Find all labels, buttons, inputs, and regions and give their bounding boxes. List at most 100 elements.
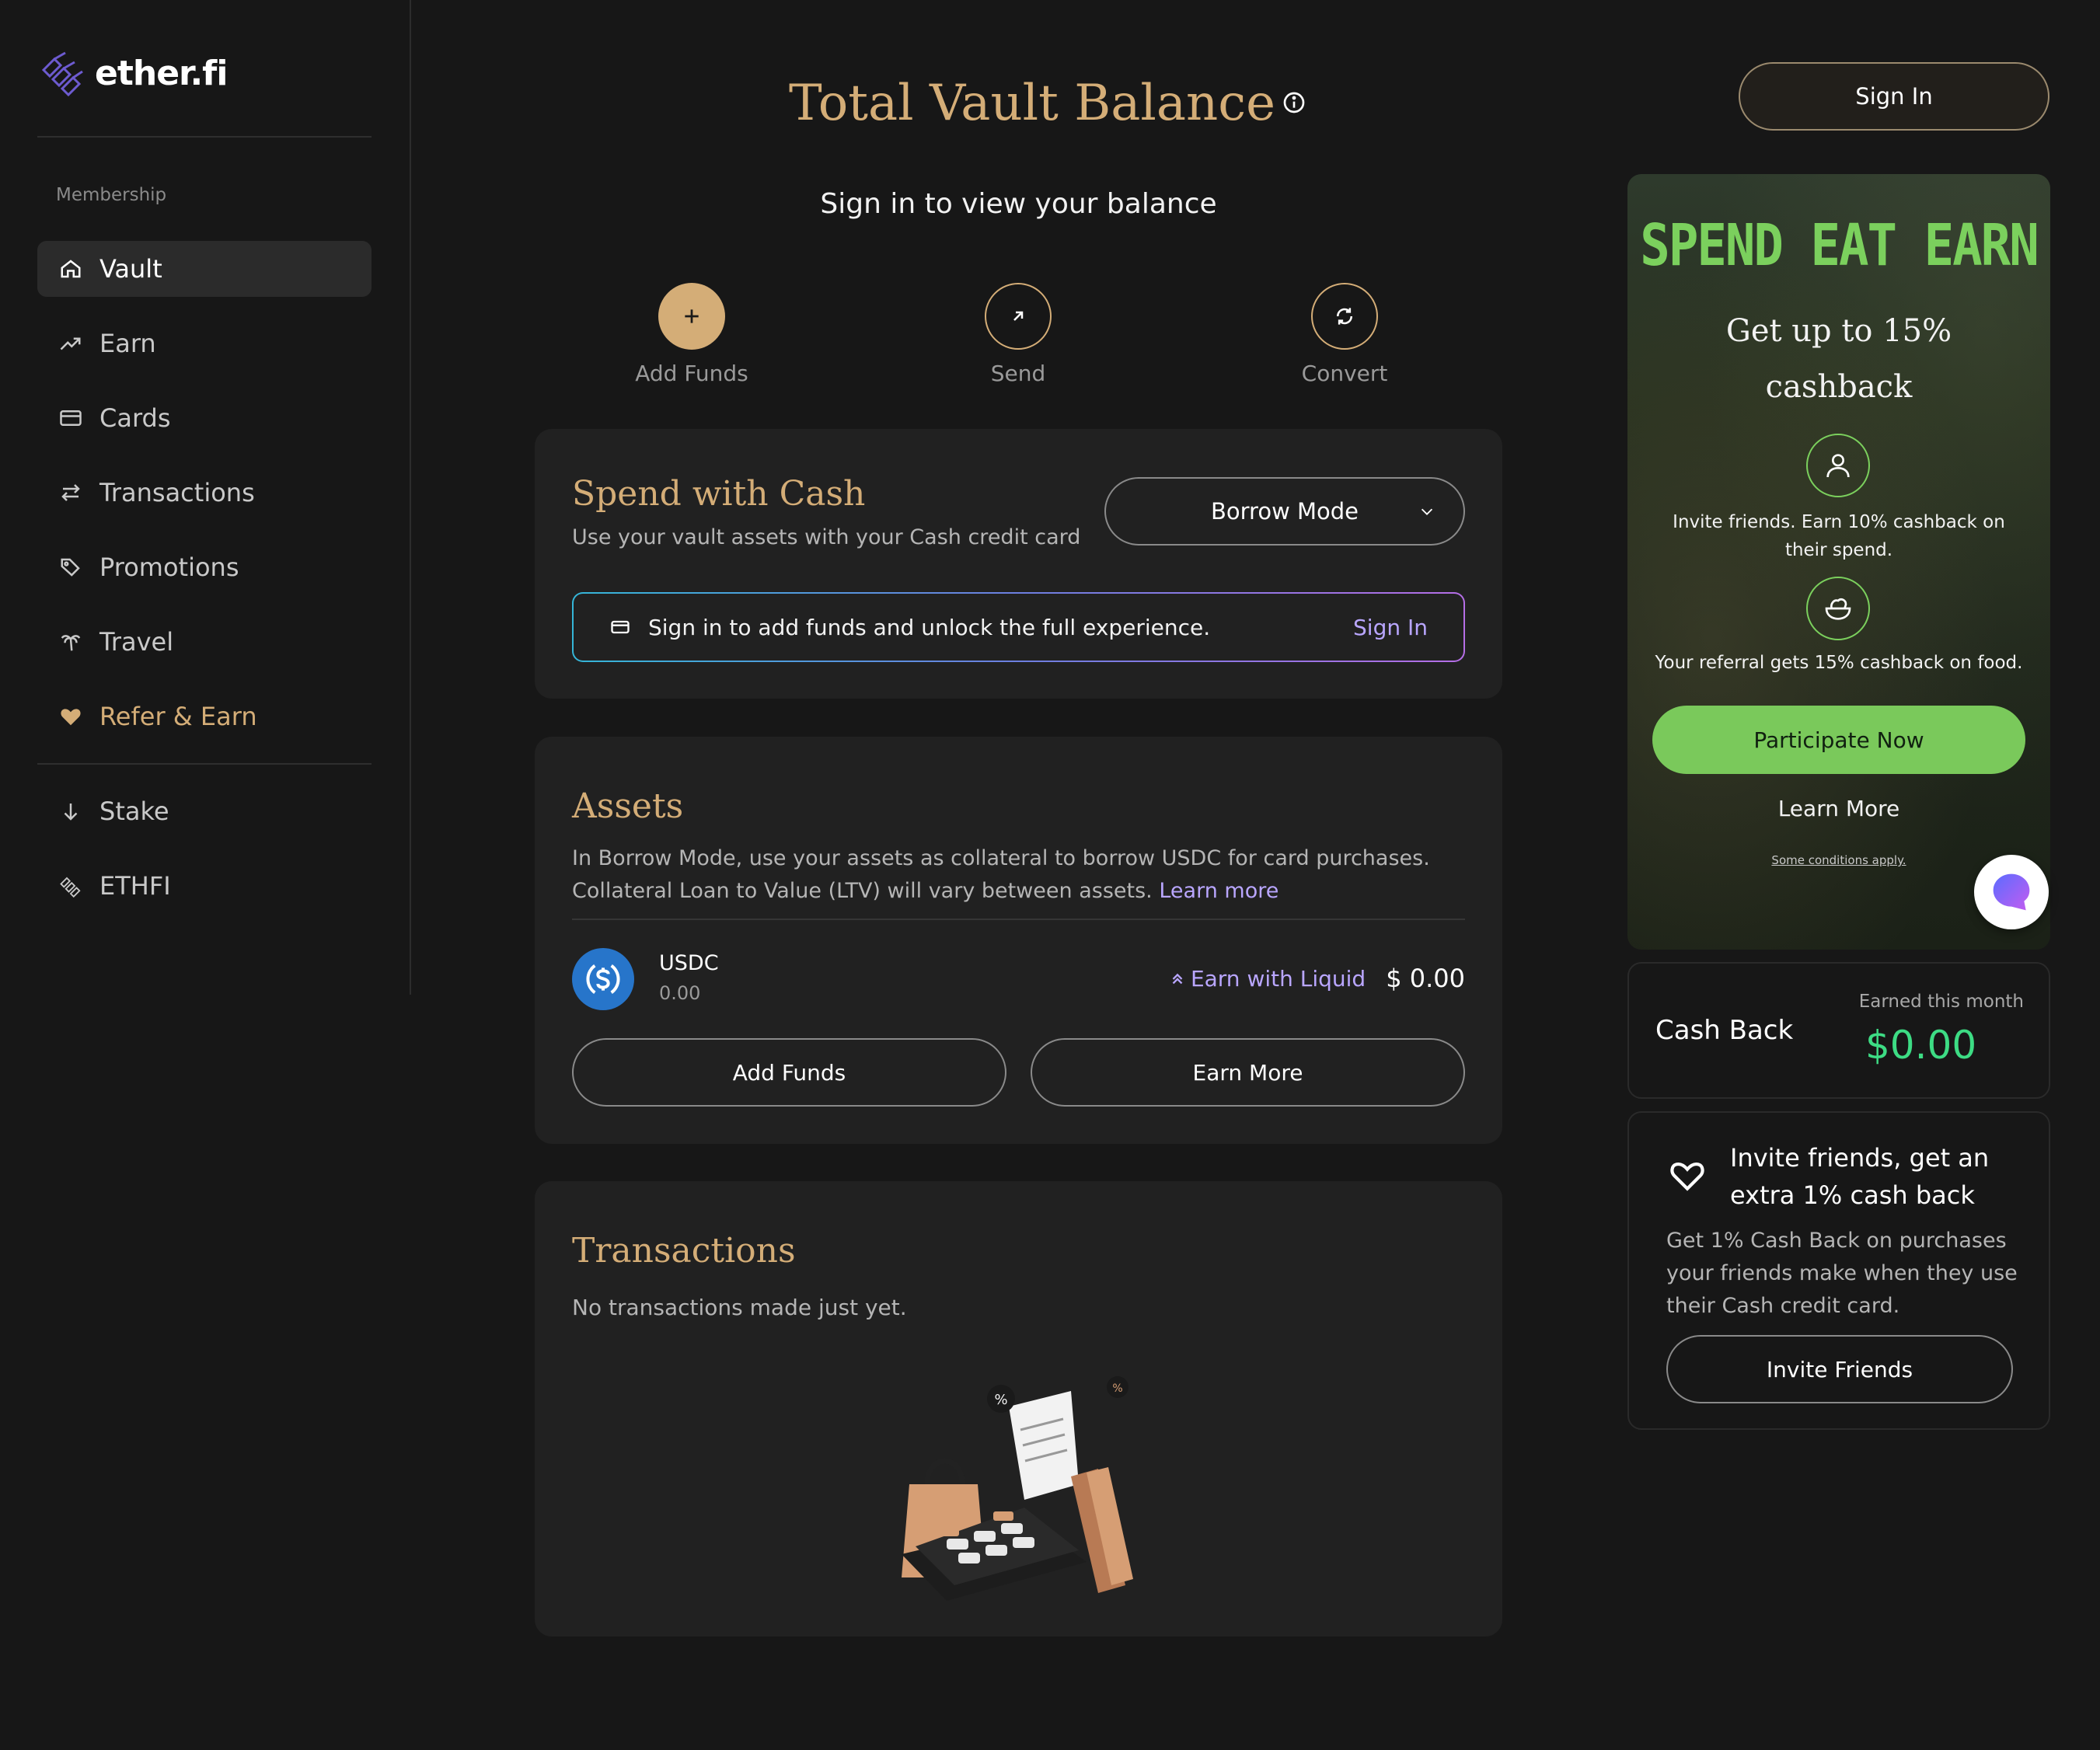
transactions-title: Transactions <box>572 1231 796 1271</box>
arrows-swap-icon <box>61 484 80 501</box>
brand-name: ether.fi <box>95 53 228 93</box>
earn-link-label: Earn with Liquid <box>1190 965 1366 992</box>
assets-description: In Borrow Mode, use your assets as colla… <box>572 842 1466 908</box>
food-icon-circle <box>1806 577 1870 640</box>
promo-subhead: Get up to 15% cashback <box>1725 313 1952 405</box>
empty-state-illustration: % % <box>902 1376 1133 1601</box>
sidebar-item-label: ETHFI <box>99 871 171 901</box>
cashback-label: Cash Back <box>1655 1015 1794 1046</box>
promo-learn-more-link[interactable]: Learn More <box>1627 796 2050 821</box>
add-funds-action[interactable]: Add Funds <box>598 283 785 386</box>
ethfi-logo-icon <box>60 877 81 898</box>
transactions-card: Transactions No transactions made just y… <box>535 1181 1502 1637</box>
mode-select-value: Borrow Mode <box>1210 498 1359 525</box>
user-icon-circle <box>1806 434 1870 497</box>
chevron-down-icon <box>1421 508 1433 515</box>
invite-friends-card: Invite friends, get an extra 1% cash bac… <box>1627 1111 2050 1430</box>
usdc-icon <box>572 948 634 1010</box>
sidebar-item-cards[interactable]: Cards <box>37 390 372 446</box>
sidebar-item-transactions[interactable]: Transactions <box>37 465 372 521</box>
asset-value: $ 0.00 <box>1386 964 1465 993</box>
arrow-down-icon <box>64 804 78 821</box>
add-funds-button[interactable] <box>658 283 725 350</box>
invite-title: Invite friends, get an extra 1% cash bac… <box>1730 1143 1990 1210</box>
button-label: Add Funds <box>732 1059 846 1086</box>
brand-logo[interactable]: ether.fi <box>37 48 228 98</box>
action-label: Convert <box>1301 361 1388 386</box>
assets-learn-more-link[interactable]: Learn more <box>1159 879 1278 903</box>
action-label: Send <box>990 361 1046 386</box>
sidebar-section-label: Membership <box>56 185 167 205</box>
sidebar-item-label: Promotions <box>99 553 239 582</box>
convert-button[interactable] <box>1311 283 1378 350</box>
assets-card: Assets In Borrow Mode, use your assets a… <box>535 737 1502 1144</box>
credit-card-icon <box>60 410 82 426</box>
sidebar: ether.fi Membership Vault Earn Cards Tra… <box>0 0 411 995</box>
invite-friends-button[interactable]: Invite Friends <box>1666 1335 2013 1403</box>
sidebar-item-label: Vault <box>99 254 162 284</box>
asset-row[interactable]: USDC 0.00 Earn with Liquid $ 0.00 <box>572 946 1465 1012</box>
header-sign-in-button[interactable]: Sign In <box>1739 62 2049 131</box>
participate-now-button[interactable]: Participate Now <box>1652 706 2025 774</box>
credit-card-icon <box>611 620 630 634</box>
button-label: Invite Friends <box>1766 1356 1913 1382</box>
cashback-period: Earned this month <box>1858 992 2024 1012</box>
promo-banner[interactable]: SPEND EAT EARN Get up to 15% cashback In… <box>1627 174 2050 950</box>
info-icon[interactable] <box>1282 90 1306 115</box>
banner-sign-in-link[interactable]: Sign In <box>1353 615 1428 640</box>
sidebar-item-ethfi[interactable]: ETHFI <box>37 858 372 914</box>
chat-support-button[interactable] <box>1974 855 2049 929</box>
transactions-empty-text: No transactions made just yet. <box>572 1295 907 1320</box>
etherfi-logo-icon <box>41 51 83 97</box>
sidebar-item-stake[interactable]: Stake <box>37 783 372 839</box>
sidebar-divider <box>37 136 372 138</box>
assets-divider <box>572 919 1465 920</box>
page-title-group: Total Vault Balance <box>789 75 1306 132</box>
send-button[interactable] <box>985 283 1052 350</box>
sidebar-item-vault[interactable]: Vault <box>37 241 372 297</box>
sign-in-label: Sign In <box>1855 83 1933 110</box>
trending-up-icon <box>60 337 81 350</box>
chat-bubble-icon <box>1993 873 2030 911</box>
assets-description-text: In Borrow Mode, use your assets as colla… <box>572 846 1430 903</box>
user-icon <box>1826 454 1850 478</box>
mode-select[interactable]: Borrow Mode <box>1104 477 1465 546</box>
heart-icon <box>61 709 81 726</box>
palm-tree-icon <box>61 635 81 651</box>
sidebar-item-travel[interactable]: Travel <box>37 614 372 670</box>
cashback-card: Cash Back Earned this month $0.00 <box>1627 962 2050 1099</box>
chevrons-up-icon <box>1172 973 1183 985</box>
banner-text: Sign in to add funds and unlock the full… <box>648 614 1211 640</box>
tags-icon <box>61 558 80 577</box>
invite-description: Get 1% Cash Back on purchases your frien… <box>1666 1229 2018 1318</box>
page-title: Total Vault Balance <box>789 75 1275 132</box>
sidebar-item-label: Cards <box>99 403 171 433</box>
assets-title: Assets <box>572 786 684 826</box>
cashback-value: $0.00 <box>1865 1023 1977 1068</box>
heart-outline-icon <box>1670 1163 1704 1191</box>
convert-action[interactable]: Convert <box>1251 283 1438 386</box>
sidebar-item-promotions[interactable]: Promotions <box>37 539 372 595</box>
sidebar-item-label: Stake <box>99 797 169 826</box>
salad-bowl-icon <box>1825 598 1851 620</box>
sidebar-item-label: Transactions <box>99 478 255 507</box>
button-label: Earn More <box>1192 1059 1303 1086</box>
sidebar-item-label: Travel <box>99 627 174 657</box>
home-icon <box>61 260 81 278</box>
sidebar-item-label: Earn <box>99 329 156 358</box>
asset-symbol: USDC <box>659 951 719 975</box>
arrow-up-right-icon <box>1013 311 1024 321</box>
sidebar-divider <box>37 763 372 765</box>
sidebar-item-label: Refer & Earn <box>99 702 257 731</box>
plus-icon <box>685 309 699 323</box>
promo-point-2: Your referral gets 15% cashback on food. <box>1655 653 2023 673</box>
sidebar-item-refer-earn[interactable]: Refer & Earn <box>37 688 372 744</box>
send-action[interactable]: Send <box>925 283 1111 386</box>
spend-with-cash-card: Spend with Cash Use your vault assets wi… <box>535 429 1502 699</box>
sign-in-banner: Sign in to add funds and unlock the full… <box>572 592 1465 662</box>
svg-text:%: % <box>994 1392 1007 1408</box>
assets-add-funds-button[interactable]: Add Funds <box>572 1038 1006 1107</box>
earn-with-liquid-link[interactable]: Earn with Liquid <box>1169 966 1366 992</box>
sidebar-item-earn[interactable]: Earn <box>37 315 372 371</box>
earn-more-button[interactable]: Earn More <box>1031 1038 1465 1107</box>
